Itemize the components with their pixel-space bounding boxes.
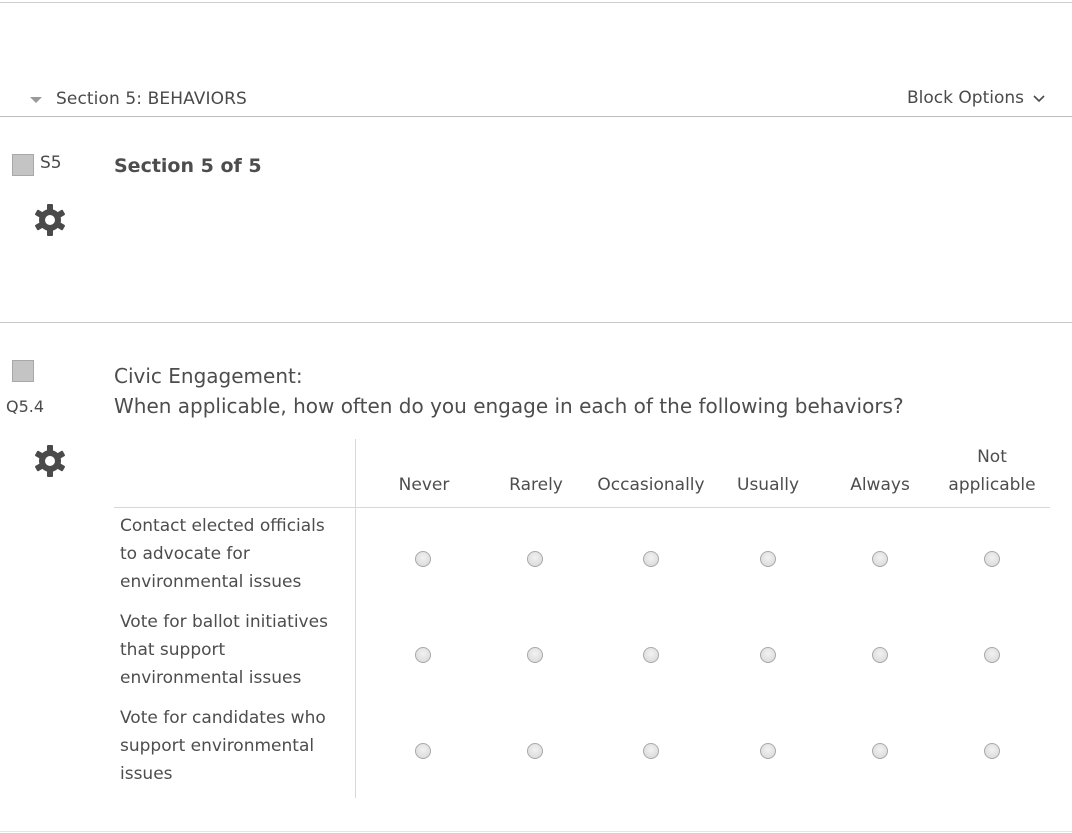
block-options-label: Block Options [907, 88, 1024, 108]
chevron-down-icon [1033, 95, 1045, 103]
matrix-row: Vote for candidates who support environm… [114, 700, 1050, 796]
caret-down-icon[interactable] [28, 94, 44, 106]
column-header-rarely: Rarely [509, 475, 563, 495]
radio-button[interactable] [872, 743, 888, 759]
radio-button[interactable] [760, 743, 776, 759]
column-header-usually: Usually [737, 475, 799, 495]
radio-button[interactable] [760, 647, 776, 663]
question-id: Q5.4 [6, 397, 45, 416]
gear-icon[interactable] [32, 443, 68, 479]
matrix-row: Contact elected officials to advocate fo… [114, 508, 1050, 604]
radio-button[interactable] [984, 551, 1000, 567]
top-divider [0, 2, 1072, 3]
question-select-checkbox[interactable] [12, 154, 34, 176]
block-header: Section 5: BEHAVIORS Block Options [0, 84, 1072, 117]
matrix-header-row: Never Rarely Occasionally Usually Always… [114, 439, 1050, 508]
radio-button[interactable] [984, 743, 1000, 759]
matrix-table: Never Rarely Occasionally Usually Always… [114, 439, 1050, 798]
question-id: S5 [40, 153, 62, 173]
gear-icon[interactable] [32, 202, 68, 238]
question-q5-4: Q5.4 Civic Engagement: When applicable, … [0, 323, 1072, 832]
radio-button[interactable] [527, 551, 543, 567]
block-title[interactable]: Section 5: BEHAVIORS [56, 89, 247, 109]
row-statement: Contact elected officials to advocate fo… [120, 516, 325, 592]
radio-button[interactable] [872, 551, 888, 567]
question-s5: S5 Section 5 of 5 [0, 117, 1072, 323]
radio-button[interactable] [415, 743, 431, 759]
question-text[interactable]: Section 5 of 5 [114, 155, 262, 177]
column-header-not-applicable: Not applicable [948, 447, 1036, 495]
block-options-button[interactable]: Block Options [907, 88, 1046, 108]
column-header-never: Never [398, 475, 450, 495]
row-statement: Vote for ballot initiatives that support… [120, 612, 328, 688]
row-statement: Vote for candidates who support environm… [120, 708, 326, 784]
radio-button[interactable] [527, 743, 543, 759]
survey-editor: Section 5: BEHAVIORS Block Options S5 Se… [0, 0, 1072, 833]
radio-button[interactable] [984, 647, 1000, 663]
question-text-line1: Civic Engagement: [114, 364, 303, 388]
radio-button[interactable] [643, 647, 659, 663]
radio-button[interactable] [527, 647, 543, 663]
radio-button[interactable] [760, 551, 776, 567]
radio-button[interactable] [643, 743, 659, 759]
radio-button[interactable] [415, 647, 431, 663]
matrix-row: Vote for ballot initiatives that support… [114, 604, 1050, 700]
column-header-occasionally: Occasionally [597, 475, 705, 495]
radio-button[interactable] [643, 551, 659, 567]
question-text[interactable]: Civic Engagement: When applicable, how o… [114, 361, 904, 421]
radio-button[interactable] [872, 647, 888, 663]
column-header-always: Always [850, 475, 910, 495]
question-select-checkbox[interactable] [12, 360, 34, 382]
radio-button[interactable] [415, 551, 431, 567]
question-text-line2: When applicable, how often do you engage… [114, 394, 904, 418]
